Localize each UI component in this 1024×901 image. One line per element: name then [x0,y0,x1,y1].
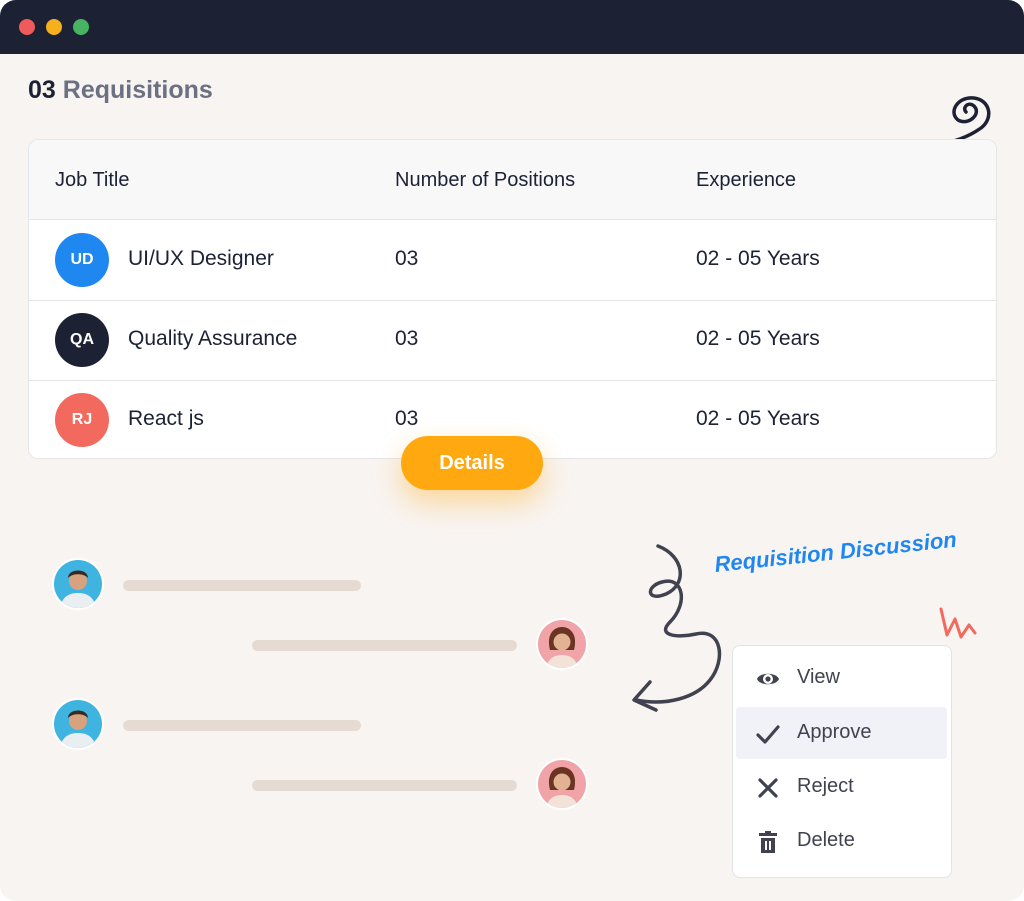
job-avatar: RJ [55,393,109,447]
menu-item-delete[interactable]: Delete [736,815,947,867]
details-button[interactable]: Details [401,436,543,490]
job-positions: 03 [395,247,419,270]
chat-message-placeholder [123,720,361,731]
window-minimize-button[interactable] [46,19,62,35]
close-icon [758,778,778,798]
app-window: 03 Requisitions Job Title Number of Posi… [0,0,1024,901]
eye-icon [757,673,779,685]
window-maximize-button[interactable] [73,19,89,35]
action-menu: View Approve Reject Delete [732,645,952,878]
table-row[interactable]: QA Quality Assurance 03 02 - 05 Years [29,300,996,381]
job-positions: 03 [395,407,419,430]
column-header-experience[interactable]: Experience [696,169,796,192]
column-header-positions[interactable]: Number of Positions [395,169,575,192]
table-row[interactable]: UD UI/UX Designer 03 02 - 05 Years [29,220,996,301]
requisition-discussion-label: Requisition Discussion [713,526,958,578]
menu-item-reject[interactable]: Reject [736,761,947,813]
job-experience: 02 - 05 Years [696,247,820,270]
job-avatar: QA [55,313,109,367]
table-header: Job Title Number of Positions Experience [29,140,996,220]
chat-message-placeholder [123,580,361,591]
job-title: UI/UX Designer [128,247,274,270]
job-experience: 02 - 05 Years [696,327,820,350]
trash-icon [759,831,777,853]
column-header-job-title[interactable]: Job Title [55,169,129,192]
job-avatar: UD [55,233,109,287]
job-title: Quality Assurance [128,327,298,350]
female-avatar [536,618,588,670]
page-title: 03 Requisitions [28,76,213,105]
menu-item-label: Approve [797,721,872,743]
window-close-button[interactable] [19,19,35,35]
chat-message-placeholder [252,780,517,791]
job-positions: 03 [395,327,419,350]
menu-item-label: Reject [797,775,854,797]
requisition-title: Requisitions [62,76,213,104]
job-title: React js [128,407,204,430]
check-icon [756,725,780,744]
menu-item-approve[interactable]: Approve [736,707,947,759]
male-avatar [52,698,104,750]
menu-item-view[interactable]: View [736,652,947,704]
chat-message-placeholder [252,640,517,651]
female-avatar [536,758,588,810]
menu-item-label: View [797,666,840,688]
male-avatar [52,558,104,610]
menu-item-label: Delete [797,829,855,851]
requisition-count: 03 [28,76,56,104]
title-bar [0,0,1024,54]
job-experience: 02 - 05 Years [696,407,820,430]
sparkle-icon [939,607,977,639]
requisitions-table: Job Title Number of Positions Experience… [28,139,997,459]
